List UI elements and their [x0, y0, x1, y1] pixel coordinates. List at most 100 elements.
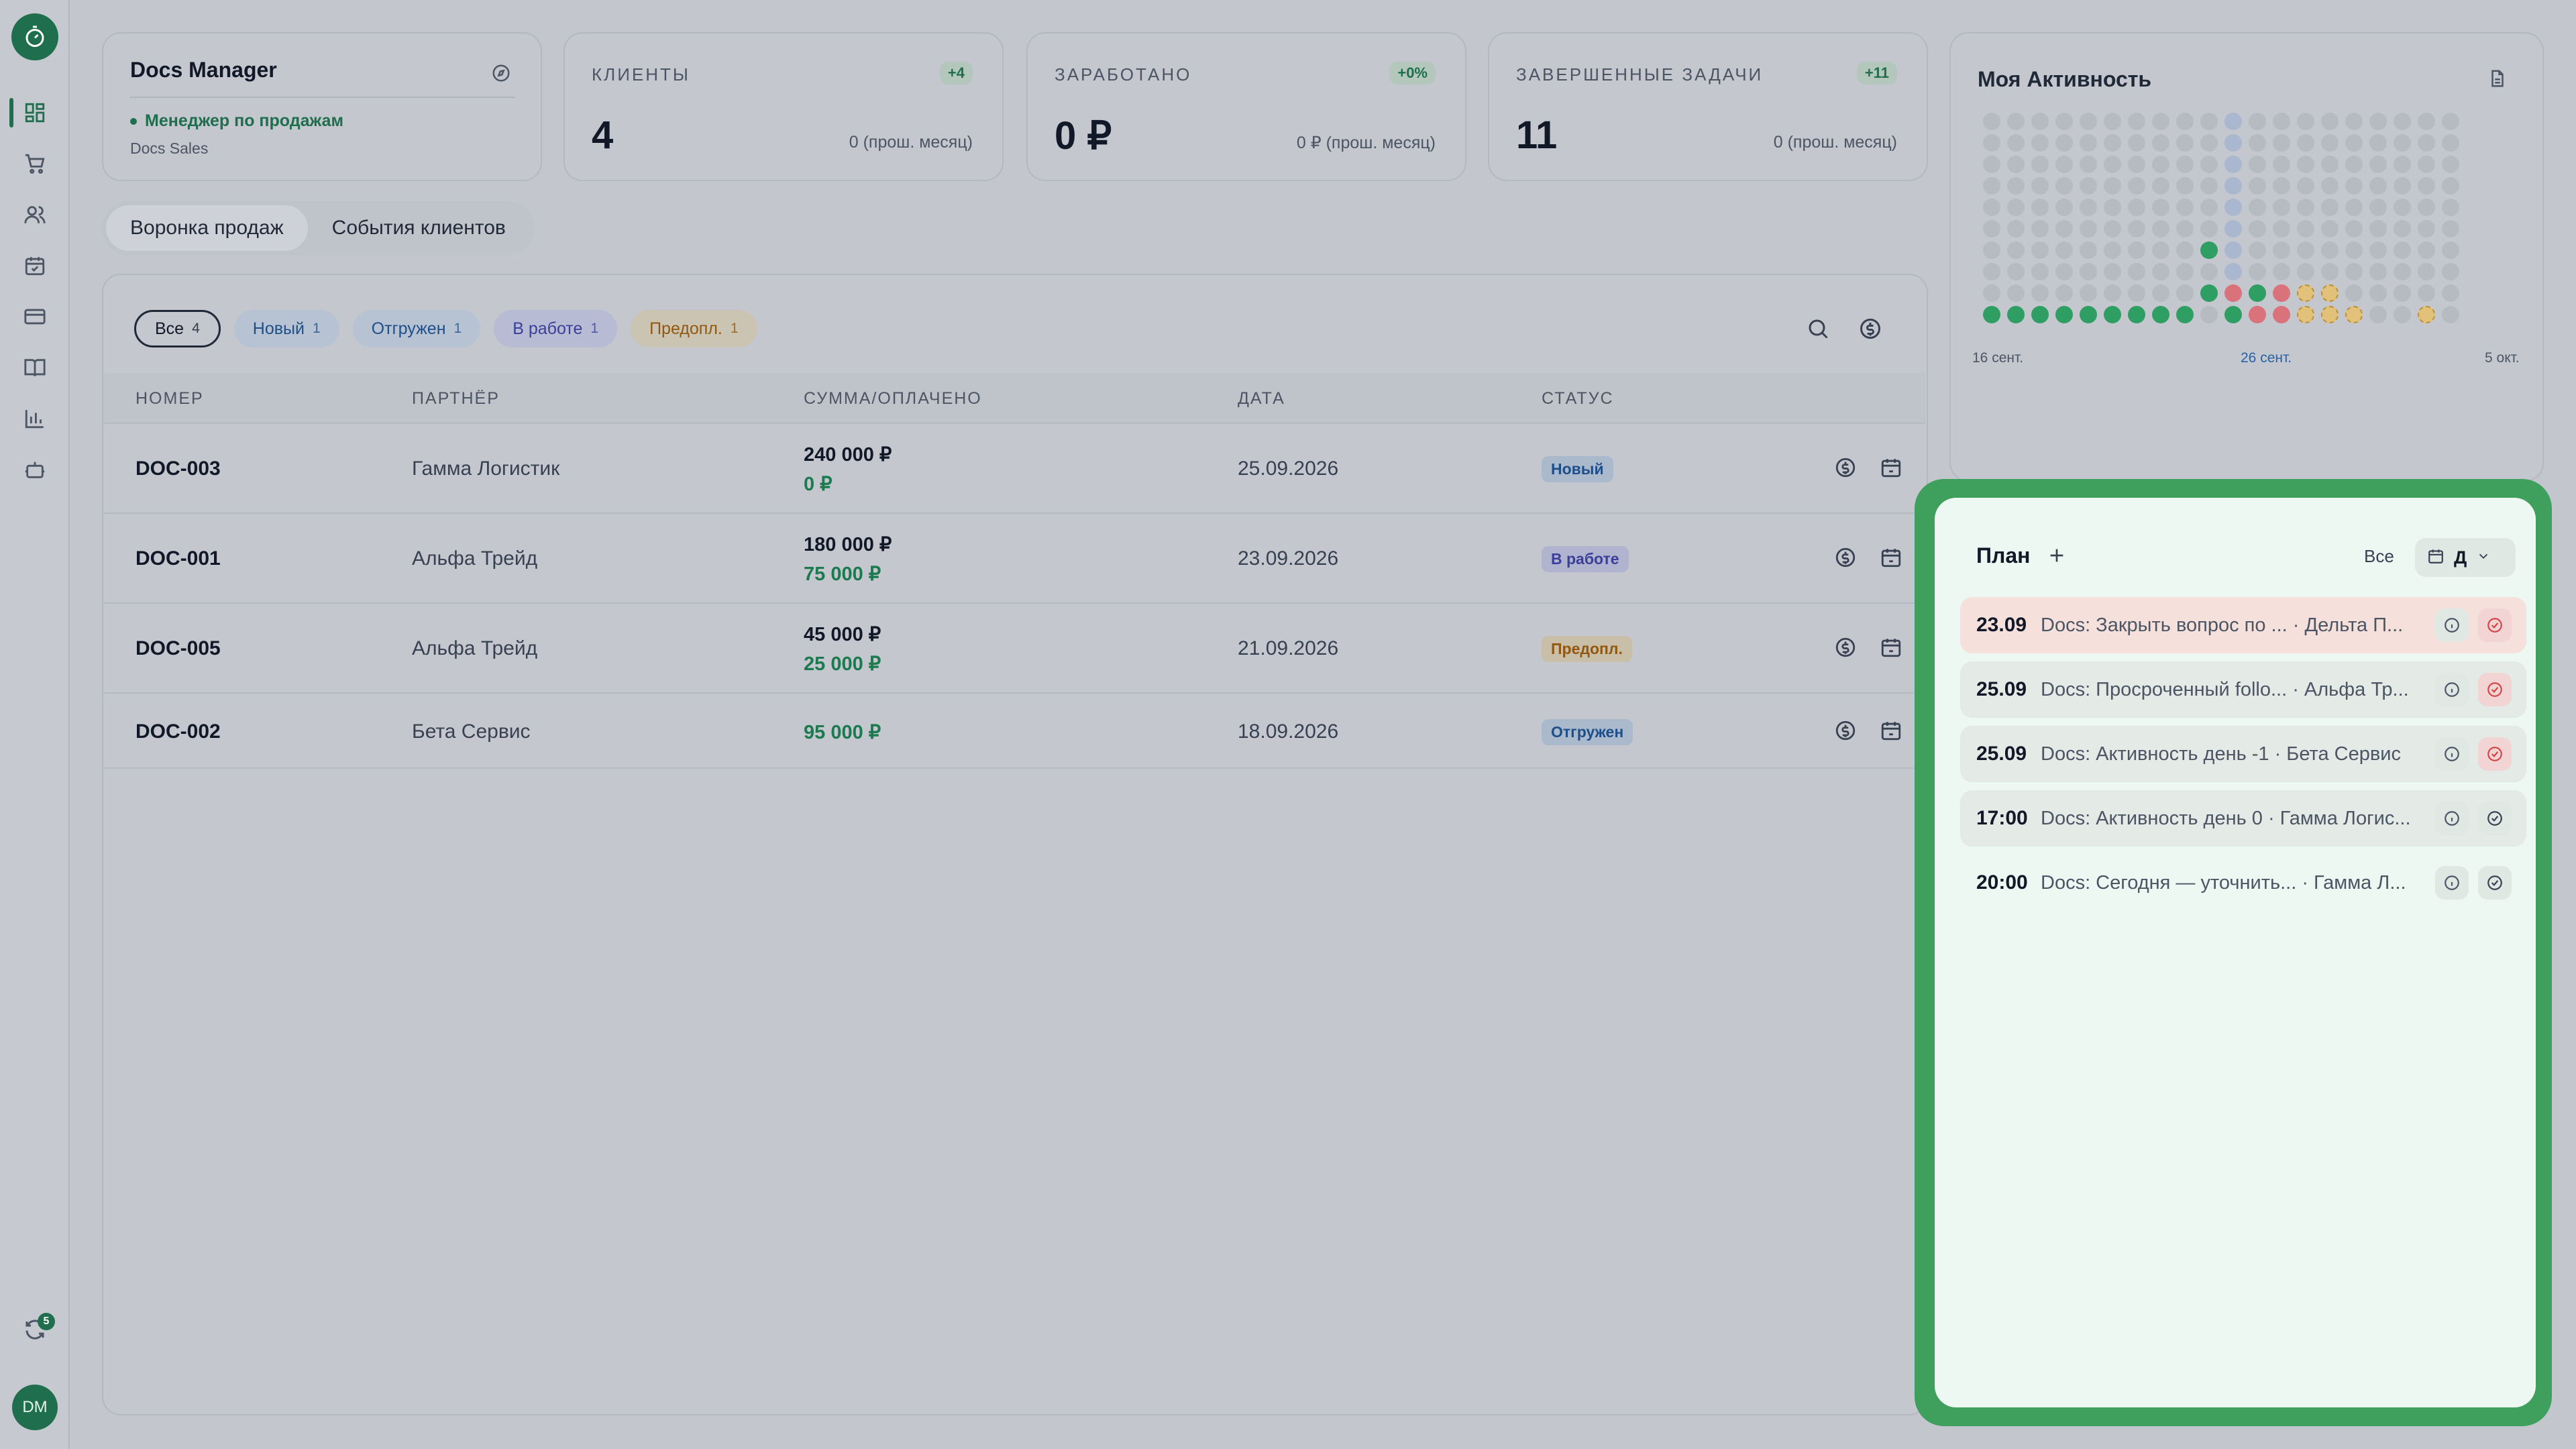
schedule-icon[interactable]	[1880, 719, 1902, 745]
plan-view-select[interactable]: Д	[2415, 538, 2516, 577]
plan-item[interactable]: 25.09 Docs: Активность день -1 · Бета Се…	[1960, 726, 2526, 782]
activity-cell	[2249, 263, 2266, 280]
activity-cell	[2055, 177, 2073, 195]
activity-cell	[2249, 241, 2266, 259]
complete-icon[interactable]	[2478, 866, 2512, 900]
payment-icon[interactable]	[1834, 636, 1857, 662]
payment-icon[interactable]	[1834, 719, 1857, 745]
info-icon[interactable]	[2435, 737, 2469, 771]
activity-cell	[2442, 241, 2459, 259]
doc-number[interactable]: DOC-001	[136, 547, 221, 570]
doc-number[interactable]: DOC-005	[136, 637, 221, 660]
filter-prepaid[interactable]: Предопл. 1	[631, 310, 757, 347]
nav-calendar-icon[interactable]	[15, 246, 55, 286]
nav-dashboard-icon[interactable]	[15, 93, 55, 133]
profile-divider	[130, 97, 515, 98]
activity-cell	[2080, 284, 2097, 302]
filter-new[interactable]: Новый 1	[233, 310, 339, 347]
table-row[interactable]: DOC-005 Альфа Трейд 45 000 ₽ 25 000 ₽ 21…	[103, 602, 1925, 692]
activity-cell	[2273, 306, 2290, 323]
activity-cell	[2104, 177, 2121, 195]
col-partner[interactable]: ПАРТНЁР	[412, 389, 500, 409]
activity-cell	[2297, 263, 2314, 280]
compass-icon[interactable]	[491, 63, 511, 87]
nav-card-icon[interactable]	[15, 297, 55, 337]
plan-item-time: 17:00	[1976, 807, 2028, 829]
plan-item[interactable]: 20:00 Docs: Сегодня — уточнить... · Гамм…	[1960, 855, 2526, 911]
activity-cell	[2128, 113, 2145, 130]
activity-cell	[2176, 134, 2194, 152]
kpi-card-clients: КЛИЕНТЫ +4 4 0 (прош. месяц)	[564, 32, 1004, 181]
col-status[interactable]: СТАТУС	[1542, 389, 1614, 409]
activity-cell	[2152, 156, 2169, 173]
deal-date: 21.09.2026	[1238, 637, 1339, 659]
filter-label: Все	[155, 319, 184, 338]
doc-number[interactable]: DOC-003	[136, 458, 221, 480]
deal-date: 25.09.2026	[1238, 458, 1339, 480]
table-row[interactable]: DOC-002 Бета Сервис 95 000 ₽ 18.09.2026 …	[103, 692, 1925, 769]
activity-cell	[2128, 134, 2145, 152]
complete-icon[interactable]	[2478, 802, 2512, 835]
info-icon[interactable]	[2435, 608, 2469, 642]
plan-filter-all[interactable]: Все	[2364, 546, 2394, 567]
activity-cell	[2224, 156, 2242, 173]
nav-bot-icon[interactable]	[15, 449, 55, 490]
app-logo-icon[interactable]	[11, 13, 58, 60]
activity-cell	[2104, 241, 2121, 259]
col-number[interactable]: НОМЕР	[136, 389, 204, 409]
activity-cell	[2224, 220, 2242, 237]
activity-cell	[2418, 156, 2435, 173]
payment-icon[interactable]	[1834, 546, 1857, 572]
plan-item[interactable]: 17:00 Docs: Активность день 0 · Гамма Ло…	[1960, 790, 2526, 847]
complete-overdue-icon[interactable]	[2478, 737, 2512, 771]
nav-users-icon[interactable]	[15, 195, 55, 235]
activity-cell	[1983, 306, 2000, 323]
complete-overdue-icon[interactable]	[2478, 608, 2512, 642]
activity-cell	[2249, 134, 2266, 152]
schedule-icon[interactable]	[1880, 546, 1902, 572]
activity-cell	[2297, 177, 2314, 195]
nav-cart-icon[interactable]	[15, 144, 55, 184]
schedule-icon[interactable]	[1880, 636, 1902, 662]
info-icon[interactable]	[2435, 866, 2469, 900]
info-icon[interactable]	[2435, 802, 2469, 835]
user-avatar[interactable]: DM	[12, 1385, 58, 1430]
activity-cell	[2104, 284, 2121, 302]
complete-overdue-icon[interactable]	[2478, 673, 2512, 706]
activity-cell	[2273, 113, 2290, 130]
activity-cell	[2321, 306, 2339, 323]
activity-cell	[2031, 177, 2049, 195]
col-amount-paid[interactable]: СУММА/ОПЛАЧЕНО	[804, 389, 982, 409]
tab-sales-funnel[interactable]: Воронка продаж	[106, 205, 308, 251]
deal-paid: 95 000 ₽	[804, 722, 881, 743]
plan-item[interactable]: 25.09 Docs: Просроченный follo... · Альф…	[1960, 661, 2526, 718]
currency-filter-icon[interactable]	[1858, 317, 1882, 344]
payment-icon[interactable]	[1834, 456, 1857, 482]
activity-cell	[2152, 113, 2169, 130]
activity-cell	[2224, 241, 2242, 259]
table-row[interactable]: DOC-003 Гамма Логистик 240 000 ₽ 0 ₽ 25.…	[103, 423, 1925, 513]
doc-number[interactable]: DOC-002	[136, 720, 221, 743]
schedule-icon[interactable]	[1880, 456, 1902, 482]
col-date[interactable]: ДАТА	[1238, 389, 1285, 409]
search-icon[interactable]	[1806, 317, 1830, 344]
filter-all[interactable]: Все 4	[134, 310, 221, 347]
filter-count: 4	[192, 321, 200, 336]
activity-cell	[2080, 241, 2097, 259]
activity-cell	[2297, 220, 2314, 237]
info-icon[interactable]	[2435, 673, 2469, 706]
deal-sum: 240 000 ₽	[804, 444, 892, 466]
plan-item[interactable]: 23.09 Docs: Закрыть вопрос по ... · Дель…	[1960, 597, 2526, 653]
filter-shipped[interactable]: Отгружен 1	[352, 310, 481, 347]
nav-chart-icon[interactable]	[15, 398, 55, 439]
nav-book-icon[interactable]	[15, 347, 55, 388]
filter-count: 1	[453, 321, 462, 336]
table-row[interactable]: DOC-001 Альфа Трейд 180 000 ₽ 75 000 ₽ 2…	[103, 513, 1925, 602]
activity-cell	[2442, 284, 2459, 302]
add-plan-icon[interactable]	[2046, 545, 2068, 570]
tab-client-events[interactable]: События клиентов	[308, 205, 530, 251]
activity-cell	[2345, 134, 2363, 152]
filter-in-progress[interactable]: В работе 1	[494, 310, 618, 347]
activity-cell	[2152, 199, 2169, 216]
activity-cell	[2273, 156, 2290, 173]
